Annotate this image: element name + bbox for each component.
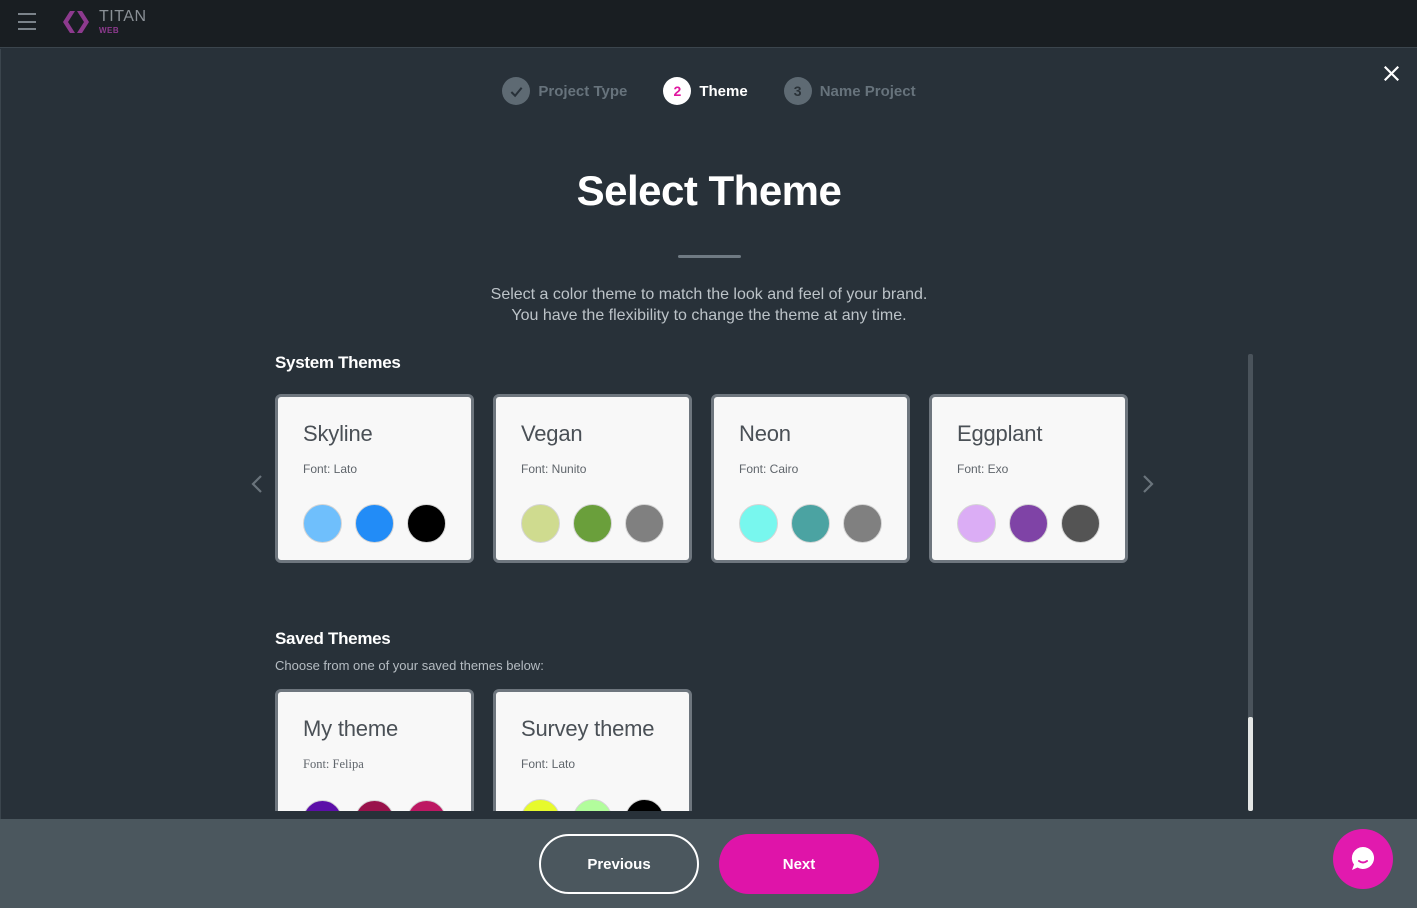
subtitle-line-2: You have the flexibility to change the t…: [511, 307, 907, 324]
theme-name: Eggplant: [957, 421, 1043, 446]
color-swatch: [625, 504, 664, 543]
theme-name: Neon: [739, 421, 791, 446]
theme-name: Survey theme: [521, 716, 655, 741]
theme-name: My theme: [303, 716, 398, 741]
saved-themes-heading: Saved Themes: [275, 629, 391, 648]
theme-font: Font: Cairo: [739, 462, 799, 476]
color-swatch: [625, 799, 664, 811]
color-swatch: [739, 504, 778, 543]
subtitle-line-1: Select a color theme to match the look a…: [490, 286, 928, 303]
theme-card-skyline[interactable]: Skyline Font: Lato: [275, 394, 474, 563]
chat-support-button[interactable]: [1333, 829, 1393, 889]
page-title: Select Theme: [576, 167, 842, 214]
color-swatch: [407, 504, 446, 543]
color-swatches: [521, 799, 689, 811]
titan-logo-icon: [63, 11, 89, 33]
color-swatch: [303, 504, 342, 543]
carousel-prev-button[interactable]: [247, 469, 267, 499]
color-swatches: [521, 504, 689, 543]
titan-logo[interactable]: TITAN WEB: [61, 7, 147, 37]
theme-name: Skyline: [303, 421, 373, 446]
color-swatch: [957, 504, 996, 543]
top-bar: TITAN WEB: [0, 0, 1417, 48]
color-swatch: [355, 800, 394, 811]
color-swatch: [791, 504, 830, 543]
previous-button[interactable]: Previous: [539, 834, 699, 894]
theme-card-vegan[interactable]: Vegan Font: Nunito: [493, 394, 692, 563]
color-swatches: [739, 504, 907, 543]
chevron-right-icon: [1143, 475, 1154, 493]
color-swatches: [303, 800, 471, 811]
vertical-scrollbar[interactable]: [1248, 354, 1253, 811]
theme-font: Font: Exo: [957, 462, 1009, 476]
theme-card-my-theme[interactable]: My theme Font: Felipa: [275, 689, 474, 811]
logo-subtitle: WEB: [99, 26, 120, 35]
chat-bubble-icon: [1351, 846, 1375, 870]
theme-card-eggplant[interactable]: Eggplant Font: Exo: [929, 394, 1128, 563]
page-subtitle: Select a color theme to match the look a…: [1, 284, 1417, 326]
logo-title: TITAN: [99, 8, 147, 25]
theme-font: Font: Felipa: [303, 757, 364, 771]
next-button[interactable]: Next: [719, 834, 879, 894]
carousel-next-button[interactable]: [1138, 469, 1158, 499]
system-themes-carousel: Skyline Font: Lato Vegan Font: Nunito Ne…: [275, 394, 1128, 563]
color-swatch: [521, 504, 560, 543]
color-swatch: [573, 799, 612, 811]
system-themes-heading: System Themes: [275, 353, 401, 372]
color-swatch: [843, 504, 882, 543]
theme-font: Font: Lato: [521, 757, 576, 771]
theme-scroll-area: Select Theme Select a color theme to mat…: [1, 49, 1417, 811]
color-swatch: [1009, 504, 1048, 543]
saved-themes-description: Choose from one of your saved themes bel…: [275, 658, 544, 673]
theme-card-neon[interactable]: Neon Font: Cairo: [711, 394, 910, 563]
color-swatch: [1061, 504, 1100, 543]
title-divider: [678, 255, 741, 258]
color-swatches: [303, 504, 471, 543]
color-swatch: [407, 800, 446, 811]
scrollbar-thumb[interactable]: [1248, 717, 1253, 811]
theme-font: Font: Lato: [303, 462, 358, 476]
chevron-left-icon: [251, 475, 262, 493]
theme-wizard-modal: Project Type 2 Theme 3 Name Project Sele…: [0, 49, 1417, 819]
saved-themes-list: My theme Font: Felipa Survey theme Font:…: [275, 689, 692, 811]
wizard-footer: Previous Next: [0, 819, 1417, 908]
color-swatch: [521, 799, 560, 811]
color-swatch: [303, 800, 342, 811]
color-swatch: [355, 504, 394, 543]
color-swatch: [573, 504, 612, 543]
color-swatches: [957, 504, 1125, 543]
theme-font: Font: Nunito: [521, 462, 587, 476]
theme-card-survey-theme[interactable]: Survey theme Font: Lato: [493, 689, 692, 811]
hamburger-menu-icon[interactable]: [18, 13, 36, 30]
theme-name: Vegan: [521, 421, 583, 446]
